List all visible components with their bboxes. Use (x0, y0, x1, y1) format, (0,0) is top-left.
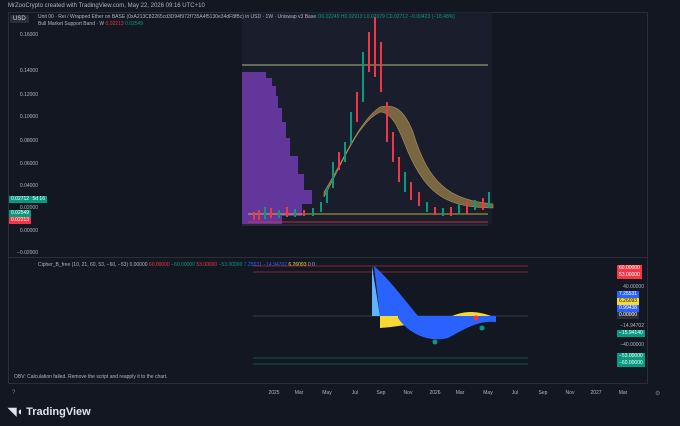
symbol-legend[interactable]: Unit 00 · Rei / Wrapped Ether on BASE (0… (38, 14, 455, 20)
symbol-line: Unit 00 · Rei / Wrapped Ether on BASE (0… (38, 14, 317, 20)
obv-error-message: OBV: Calculation failed. Remove the scri… (14, 374, 168, 380)
time-tick: Nov (403, 390, 413, 396)
price-tick: 0.12000 (19, 92, 38, 98)
brand-text: TradingView (26, 406, 91, 418)
osc-axis-box: 60.00000 (617, 265, 642, 272)
time-tick: May (322, 390, 332, 396)
price-tick: 0.10000 (19, 114, 38, 120)
osc-axis-box: −53.00000 (617, 353, 645, 360)
ohlc-values: O0.02249 H0.02913 L0.02079 C0.02712 −0.0… (317, 14, 455, 20)
tradingview-logo[interactable]: ◥◖ TradingView (8, 405, 91, 418)
osc-axis-box: 53.00000 (617, 272, 642, 279)
osc-axis-box: 7.25531 (617, 291, 640, 298)
price-tick: 0.08000 (19, 138, 38, 144)
settings-gear-icon[interactable]: ⚙ (655, 390, 660, 397)
indicator-name: Bull Market Support Band · W (38, 21, 105, 27)
price-tick: 0.16000 (19, 32, 38, 38)
osc-axis-box: −60.00000 (617, 360, 645, 367)
indicator-value-1: 0.02213 (105, 21, 124, 27)
band-value-box: 0.02549 (9, 210, 32, 217)
price-tick: 0.00000 (19, 228, 38, 234)
time-tick: Mar (455, 390, 465, 396)
time-tick: Sep (376, 390, 386, 396)
osc-axis-tick: −14.94702 (620, 323, 644, 329)
price-tick: 0.04000 (19, 183, 38, 189)
osc-axis-box: 0.99438 (617, 305, 640, 312)
band-value-box: 0.02213 (9, 217, 32, 224)
main-chart-svg[interactable] (8, 12, 648, 257)
osc-axis-box: 0.00000 (617, 312, 640, 319)
buy-dot (479, 325, 485, 331)
price-tick: 0.14000 (19, 68, 38, 74)
buy-dot (432, 339, 438, 345)
osc-axis-box: 6.26093 (617, 298, 640, 305)
osc-axis-tick: −40.00000 (620, 342, 644, 348)
time-tick: Jul (511, 390, 519, 396)
oscillator-svg[interactable] (8, 258, 648, 370)
osc-axis-tick: 40.00000 (623, 284, 644, 290)
creator-header: MrZooCrypto created with TradingView.com… (8, 3, 205, 9)
time-tick: May (483, 390, 493, 396)
price-tick: 0.06000 (19, 161, 38, 167)
timezone-icon[interactable]: ? (12, 390, 15, 396)
time-tick: Sep (538, 390, 548, 396)
currency-label[interactable]: USD (10, 15, 29, 23)
last-price-box: 0.02712 5d 16 (9, 196, 47, 203)
indicator-legend[interactable]: Bull Market Support Band · W 0.02213 0.0… (38, 21, 143, 27)
price-tick: −0.02000 (17, 250, 38, 256)
indicator-value-2: 0.02549 (125, 21, 144, 27)
time-tick: Mar (294, 390, 304, 396)
time-tick: Mar (618, 390, 628, 396)
time-tick: 2027 (590, 390, 602, 396)
tv-brand-icon: ◥◖ (8, 406, 24, 418)
wave-blue (374, 266, 418, 316)
osc-axis-box: −15.94140 (617, 330, 645, 337)
sell-dot (473, 315, 479, 321)
